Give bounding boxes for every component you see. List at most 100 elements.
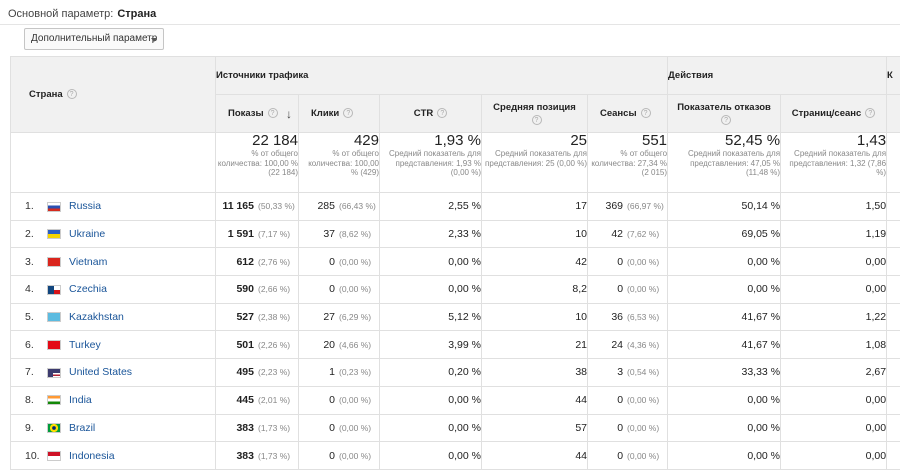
top-divider xyxy=(0,24,900,25)
country-cell: 9. Brazil xyxy=(10,413,216,443)
column-bounce-rate[interactable]: Показатель отказов? xyxy=(667,94,782,133)
country-link[interactable]: Turkey xyxy=(69,339,101,351)
clicks-cell: 27 (6,29 %) xyxy=(298,302,380,332)
country-link[interactable]: India xyxy=(69,394,92,406)
table-row: 5. Kazakhstan 527 (2,38 %) 27 (6,29 %) 5,12… xyxy=(10,302,900,332)
avg-position-cell: 21 xyxy=(481,330,588,360)
impressions-cell: 612 (2,76 %) xyxy=(215,247,299,277)
row-rank: 1. xyxy=(25,200,34,213)
bounce-rate-cell: 33,33 % xyxy=(667,358,782,387)
secondary-dimension-label: Дополнительный параметр xyxy=(31,33,158,44)
ctr-cell: 0,00 % xyxy=(379,275,482,304)
table-row: 10. Indonesia 383 (1,73 %) 0 (0,00 %) 0,00 … xyxy=(10,441,900,470)
avg-position-cell: 44 xyxy=(481,385,588,415)
bounce-rate-cell: 0,00 % xyxy=(667,441,782,470)
row-rank: 3. xyxy=(25,255,34,268)
ctr-cell: 2,55 % xyxy=(379,192,482,221)
sessions-cell: 36 (6,53 %) xyxy=(586,302,669,332)
ctr-cell: 0,20 % xyxy=(379,358,482,387)
bounce-rate-cell: 0,00 % xyxy=(667,247,782,277)
table-row: 1. Russia 11 165 (50,33 %) 285 (66,43 %) 2,… xyxy=(10,192,900,221)
column-ctr[interactable]: CTR? xyxy=(379,94,482,133)
table-row: 3. Vietnam 612 (2,76 %) 0 (0,00 %) 0,00 % 4… xyxy=(10,247,900,277)
country-link[interactable]: Czechia xyxy=(69,283,107,295)
help-icon[interactable]: ? xyxy=(865,108,876,119)
column-clicks[interactable]: Клики? xyxy=(298,94,380,133)
impressions-cell: 590 (2,66 %) xyxy=(215,275,299,304)
bounce-rate-cell: 0,00 % xyxy=(667,385,782,415)
flag-icon xyxy=(47,367,61,378)
flag-icon xyxy=(47,395,61,406)
country-link[interactable]: United States xyxy=(69,366,132,378)
pages-per-session-cell: 2,67 xyxy=(780,358,888,387)
sessions-cell: 0 (0,00 %) xyxy=(586,275,669,304)
dimension-header[interactable]: Страна? xyxy=(10,56,216,133)
impressions-cell: 495 (2,23 %) xyxy=(215,358,299,387)
group-actions: Действия xyxy=(667,56,888,95)
row-rank: 4. xyxy=(25,283,34,296)
impressions-cell: 527 (2,38 %) xyxy=(215,302,299,332)
country-cell: 4. Czechia xyxy=(10,275,216,304)
help-icon[interactable]: ? xyxy=(531,114,542,125)
bounce-rate-cell: 50,14 % xyxy=(667,192,782,221)
sessions-cell: 369 (66,97 %) xyxy=(586,192,669,221)
country-cell: 8. India xyxy=(10,385,216,415)
bounce-rate-cell: 41,67 % xyxy=(667,330,782,360)
sessions-cell: 0 (0,00 %) xyxy=(586,385,669,415)
ctr-cell: 3,99 % xyxy=(379,330,482,360)
pages-per-session-cell: 0,00 xyxy=(780,275,888,304)
country-link[interactable]: Indonesia xyxy=(69,450,115,462)
column-pages-per-session[interactable]: Страниц/сеанс? xyxy=(780,94,888,133)
avg-position-cell: 10 xyxy=(481,302,588,332)
group-conversions: К xyxy=(886,56,900,95)
impressions-cell: 383 (1,73 %) xyxy=(215,441,299,470)
sessions-cell: 0 (0,00 %) xyxy=(586,413,669,443)
total-impressions: 22 184% от общего количества: 100,00 % (… xyxy=(215,132,299,193)
pages-per-session-cell: 1,22 xyxy=(780,302,888,332)
clicks-cell: 37 (8,62 %) xyxy=(298,219,380,249)
country-link[interactable]: Russia xyxy=(69,200,101,212)
ctr-cell: 0,00 % xyxy=(379,385,482,415)
bounce-rate-cell: 0,00 % xyxy=(667,275,782,304)
flag-icon xyxy=(47,256,61,267)
flag-icon xyxy=(47,423,61,434)
bounce-rate-cell: 69,05 % xyxy=(667,219,782,249)
primary-dimension-label: Основной параметр: xyxy=(8,8,114,20)
impressions-cell: 11 165 (50,33 %) xyxy=(215,192,299,221)
help-icon[interactable]: ? xyxy=(721,114,732,125)
impressions-cell: 1 591 (7,17 %) xyxy=(215,219,299,249)
group-traffic-sources: Источники трафика xyxy=(214,56,669,95)
country-cell: 5. Kazakhstan xyxy=(10,302,216,332)
column-avg-position[interactable]: Средняя позиция? xyxy=(481,94,588,133)
help-icon[interactable]: ? xyxy=(640,108,651,119)
country-link[interactable]: Brazil xyxy=(69,422,95,434)
help-icon[interactable]: ? xyxy=(437,108,448,119)
clicks-cell: 1 (0,23 %) xyxy=(298,358,380,387)
primary-dimension-value[interactable]: Страна xyxy=(117,8,156,20)
country-link[interactable]: Kazakhstan xyxy=(69,311,124,323)
help-icon[interactable]: ? xyxy=(343,108,354,119)
secondary-dimension-dropdown[interactable]: Дополнительный параметр xyxy=(24,28,164,50)
chevron-down-icon xyxy=(151,38,157,42)
country-cell: 2. Ukraine xyxy=(10,219,216,249)
row-rank: 10. xyxy=(25,449,40,462)
clicks-cell: 20 (4,66 %) xyxy=(298,330,380,360)
sessions-cell: 0 (0,00 %) xyxy=(586,247,669,277)
pages-per-session-cell: 1,19 xyxy=(780,219,888,249)
column-sessions[interactable]: Сеансы? xyxy=(586,94,669,133)
column-impressions[interactable]: Показы? ↓ xyxy=(215,94,299,133)
sort-desc-icon[interactable]: ↓ xyxy=(286,107,292,121)
avg-position-cell: 44 xyxy=(481,441,588,470)
row-rank: 2. xyxy=(25,228,34,241)
clicks-cell: 0 (0,00 %) xyxy=(298,441,380,470)
table-row: 2. Ukraine 1 591 (7,17 %) 37 (8,62 %) 2,33 … xyxy=(10,219,900,249)
help-icon[interactable]: ? xyxy=(267,108,278,119)
country-link[interactable]: Ukraine xyxy=(69,228,105,240)
total-clicks: 429% от общего количества: 100,00 % (429… xyxy=(298,132,380,193)
row-rank: 5. xyxy=(25,311,34,324)
sessions-cell: 24 (4,36 %) xyxy=(586,330,669,360)
country-link[interactable]: Vietnam xyxy=(69,256,107,268)
help-icon[interactable]: ? xyxy=(66,89,77,100)
clicks-cell: 285 (66,43 %) xyxy=(298,192,380,221)
pages-per-session-cell: 0,00 xyxy=(780,247,888,277)
